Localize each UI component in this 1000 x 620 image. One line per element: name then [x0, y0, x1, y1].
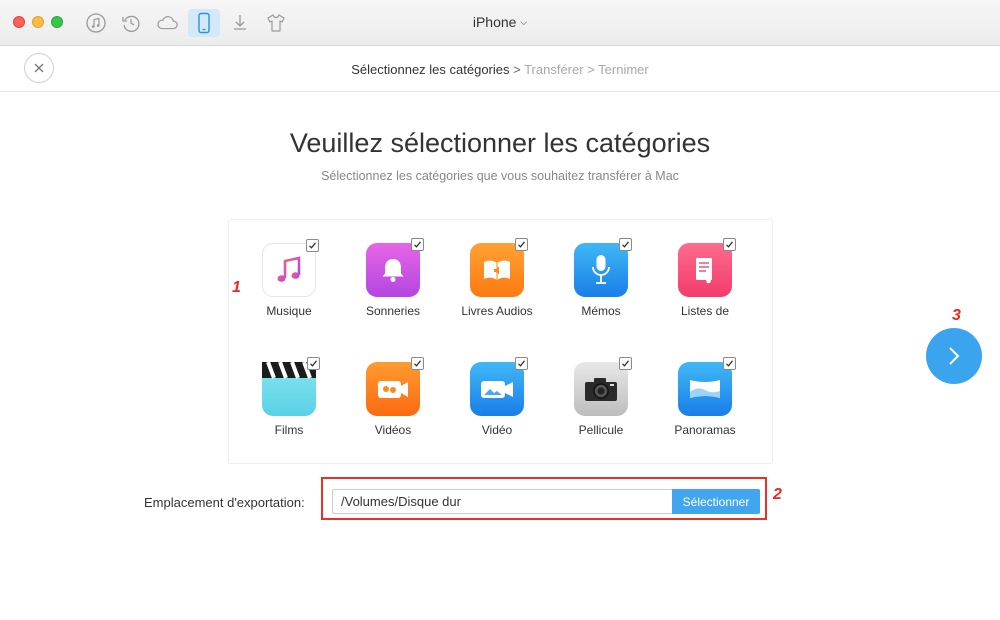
- phone-icon[interactable]: [188, 9, 220, 37]
- category-label: Listes de: [680, 304, 730, 318]
- breadcrumb-separator: >: [583, 62, 599, 77]
- audiobook-icon: [470, 238, 528, 297]
- category-label: Musique: [266, 304, 312, 318]
- category-label: Panoramas: [674, 423, 736, 437]
- select-folder-button[interactable]: Sélectionner: [672, 489, 760, 514]
- breadcrumb: Sélectionnez les catégories > Transférer…: [0, 62, 1000, 77]
- checkbox-video[interactable]: [515, 357, 528, 370]
- playlist-icon: [678, 238, 736, 297]
- category-videos[interactable]: Vidéos: [343, 357, 443, 437]
- breadcrumb-step-finish: Ternimer: [598, 62, 649, 77]
- checkbox-pellicule[interactable]: [619, 357, 632, 370]
- itunes-icon[interactable]: [84, 11, 108, 35]
- camera-icon: [574, 357, 632, 416]
- close-window-button[interactable]: [13, 16, 25, 28]
- breadcrumb-separator: >: [509, 62, 525, 77]
- category-memos[interactable]: Mémos: [551, 238, 651, 318]
- next-button[interactable]: [926, 328, 982, 384]
- checkbox-listes-de[interactable]: [723, 238, 736, 251]
- video-camera-icon: [470, 357, 528, 416]
- category-musique[interactable]: Musique: [239, 239, 339, 318]
- icloud-icon[interactable]: [155, 11, 179, 35]
- tshirt-icon[interactable]: [264, 11, 288, 35]
- category-pellicule[interactable]: Pellicule: [551, 357, 651, 437]
- title-bar: iPhone ⌵: [0, 0, 1000, 46]
- category-video[interactable]: Vidéo: [447, 357, 547, 437]
- device-selector[interactable]: iPhone ⌵: [450, 14, 550, 30]
- export-location-label: Emplacement d'exportation:: [144, 495, 305, 510]
- clapperboard-icon: [262, 357, 320, 416]
- category-label: Pellicule: [578, 423, 624, 437]
- zoom-window-button[interactable]: [51, 16, 63, 28]
- checkbox-sonneries[interactable]: [411, 238, 424, 251]
- category-label: Vidéo: [481, 423, 513, 437]
- breadcrumb-step-transfer: Transférer: [524, 62, 584, 77]
- checkbox-musique[interactable]: [306, 239, 319, 252]
- category-sonneries[interactable]: Sonneries: [343, 238, 443, 318]
- category-label: Sonneries: [365, 304, 421, 318]
- category-livres-audios[interactable]: Livres Audios: [447, 238, 547, 318]
- home-video-icon: [366, 357, 424, 416]
- page-title: Veuillez sélectionner les catégories: [289, 128, 711, 158]
- bell-icon: [366, 238, 424, 297]
- category-label: Vidéos: [374, 423, 412, 437]
- category-label: Films: [274, 423, 304, 437]
- device-title: iPhone: [472, 14, 517, 30]
- checkbox-videos[interactable]: [411, 357, 424, 370]
- category-label: Livres Audios: [461, 304, 533, 318]
- annotation-marker-2: 2: [773, 486, 782, 503]
- checkbox-films[interactable]: [307, 357, 320, 370]
- checkbox-livres-audios[interactable]: [515, 238, 528, 251]
- annotation-marker-3: 3: [952, 307, 961, 324]
- category-listes-de[interactable]: Listes de: [655, 238, 755, 318]
- chevron-down-icon: ⌵: [520, 17, 528, 27]
- checkbox-memos[interactable]: [619, 238, 632, 251]
- breadcrumb-current: Sélectionnez les catégories: [351, 62, 510, 77]
- category-panoramas[interactable]: Panoramas: [655, 357, 755, 437]
- panorama-icon: [678, 357, 736, 416]
- page-subtitle: Sélectionnez les catégories que vous sou…: [321, 169, 679, 183]
- checkbox-panoramas[interactable]: [723, 357, 736, 370]
- category-films[interactable]: Films: [239, 357, 339, 437]
- minimize-window-button[interactable]: [32, 16, 44, 28]
- chevron-right-icon: [949, 347, 960, 365]
- music-icon: [262, 239, 319, 297]
- restore-icon[interactable]: [119, 11, 143, 35]
- category-label: Mémos: [581, 304, 621, 318]
- microphone-icon: [574, 238, 632, 297]
- download-icon[interactable]: [228, 11, 252, 35]
